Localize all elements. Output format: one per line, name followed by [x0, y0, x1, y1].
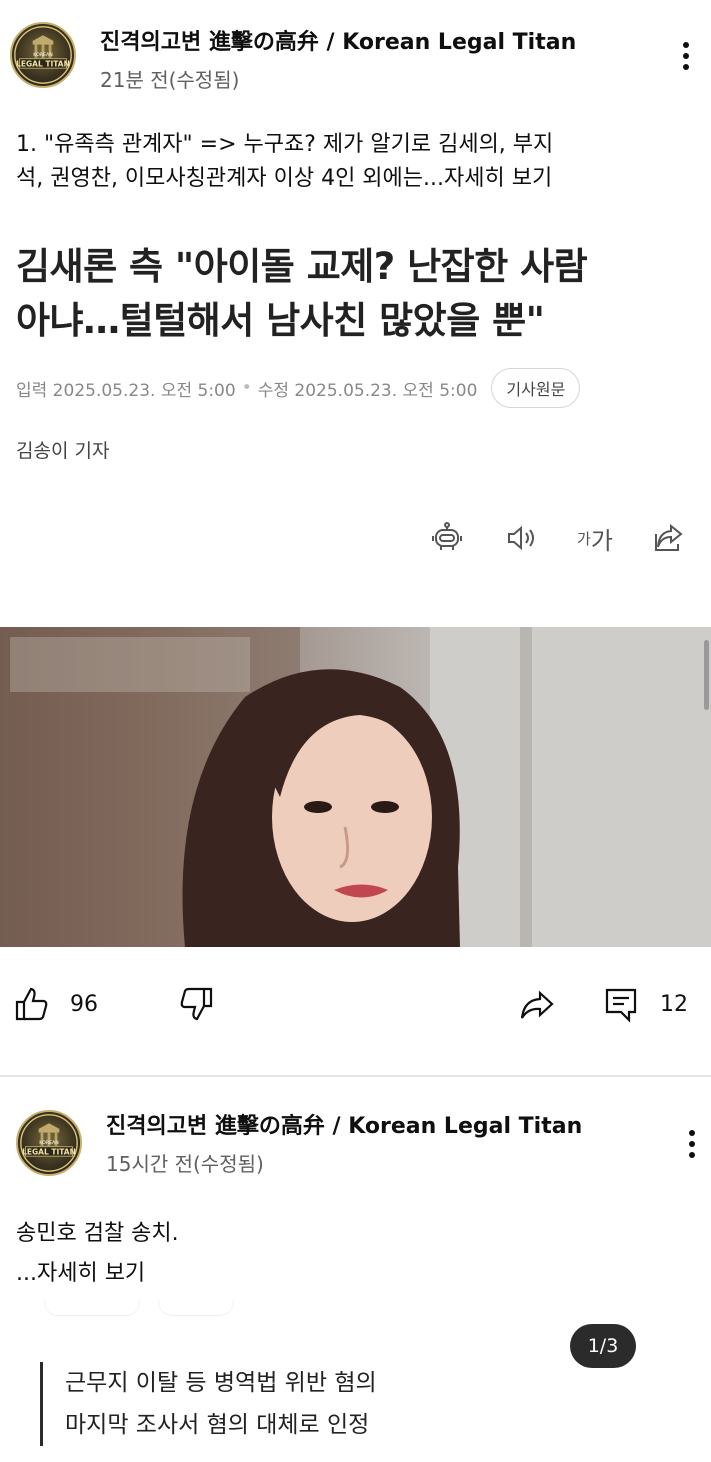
- hidden-chip: [44, 1300, 140, 1316]
- quote-line: 마지막 조사서 혐의 대체로 인정: [65, 1412, 370, 1438]
- post-time: 15시간 전(수정됨): [106, 1152, 264, 1176]
- legal-titan-logo-icon: KOREAN LEGAL TITAN: [20, 1114, 78, 1172]
- headline-line: 아냐…털털해서 남사친 많았을 뿐": [16, 299, 545, 342]
- like-count: 96: [70, 991, 98, 1017]
- comment-icon: [605, 988, 637, 1023]
- article-meta: 입력 2025.05.23. 오전 5:00 • 수정 2025.05.23. …: [16, 368, 696, 408]
- read-more-link[interactable]: ...자세히 보기: [16, 1254, 696, 1294]
- post-header: KOREAN LEGAL TITAN 진격의고변 進擊の高弁 / Korean …: [0, 16, 711, 96]
- read-more-link[interactable]: ...자세히 보기: [423, 166, 552, 191]
- robot-icon[interactable]: [427, 518, 467, 558]
- image-pager: 1/3: [570, 1324, 636, 1368]
- article-headline: 김새론 측 "아이돌 교제? 난잡한 사람 아냐…털털해서 남사친 많았을 뿐": [16, 240, 696, 348]
- channel-name[interactable]: 진격의고변 進擊の高弁 / Korean Legal Titan: [106, 1108, 582, 1140]
- post-text: 1. "유족측 관계자" => 누구죠? 제가 알기로 김세의, 부지 석, 권…: [16, 128, 696, 196]
- more-options-button[interactable]: [682, 1126, 702, 1162]
- post-divider: [0, 1075, 711, 1077]
- post-text-line: 석, 권영찬, 이모사칭관계자 이상 4인 외에는: [16, 166, 424, 191]
- article-card[interactable]: 김새론 측 "아이돌 교제? 난잡한 사람 아냐…털털해서 남사친 많았을 뿐"…: [16, 240, 696, 462]
- channel-avatar[interactable]: KOREAN LEGAL TITAN: [16, 1110, 82, 1176]
- quote-line: 근무지 이탈 등 병역법 위반 혐의: [65, 1370, 377, 1396]
- font-large-label: 가: [590, 526, 613, 555]
- edit-date: 수정 2025.05.23. 오전 5:00: [257, 380, 478, 401]
- share-icon[interactable]: [649, 518, 689, 558]
- headline-line: 김새론 측 "아이돌 교제? 난잡한 사람: [16, 245, 588, 288]
- logo-main-text: LEGAL TITAN: [22, 1147, 76, 1156]
- logo-top-text: KOREAN: [33, 52, 53, 58]
- font-small-label: 가: [577, 529, 591, 548]
- article-tools: 가가: [427, 518, 689, 558]
- logo-main-text: LEGAL TITAN: [16, 59, 70, 68]
- channel-avatar[interactable]: KOREAN LEGAL TITAN: [10, 22, 76, 88]
- scrollbar[interactable]: [704, 640, 709, 710]
- more-options-button[interactable]: [676, 38, 696, 74]
- legal-titan-logo-icon: KOREAN LEGAL TITAN: [14, 26, 72, 84]
- post-time: 21분 전(수정됨): [100, 68, 240, 92]
- input-date: 입력 2025.05.23. 오전 5:00: [16, 380, 236, 401]
- thumb-up-icon: [15, 987, 48, 1021]
- comment-button[interactable]: 12: [602, 976, 688, 1032]
- thumb-down-icon: [180, 987, 213, 1021]
- meta-separator: •: [241, 378, 252, 398]
- font-size-button[interactable]: 가가: [575, 518, 615, 558]
- hidden-chip: [158, 1300, 234, 1316]
- speaker-icon[interactable]: [501, 518, 541, 558]
- original-article-button[interactable]: 기사원문: [491, 368, 581, 408]
- post-actions: 96 12: [0, 976, 711, 1032]
- logo-top-text: KOREAN: [39, 1140, 59, 1146]
- comment-count: 12: [660, 991, 688, 1017]
- post-text-line: 1. "유족측 관계자" => 누구죠? 제가 알기로 김세의, 부지: [16, 132, 554, 157]
- post-text-line: 송민호 검찰 송치.: [16, 1221, 179, 1246]
- post-header: KOREAN LEGAL TITAN 진격의고변 進擊の高弁 / Korean …: [0, 1100, 711, 1180]
- quote-block: 근무지 이탈 등 병역법 위반 혐의 마지막 조사서 혐의 대체로 인정: [40, 1362, 377, 1446]
- like-button[interactable]: 96: [12, 976, 98, 1032]
- reporter-name: 김송이 기자: [16, 440, 110, 462]
- article-photo[interactable]: [0, 627, 711, 947]
- share-button[interactable]: [518, 976, 556, 1032]
- channel-name[interactable]: 진격의고변 進擊の高弁 / Korean Legal Titan: [100, 24, 576, 56]
- share-arrow-icon: [520, 990, 554, 1019]
- dislike-button[interactable]: [178, 976, 216, 1032]
- post-text: 송민호 검찰 송치. ...자세히 보기: [16, 1214, 696, 1294]
- woman-portrait-image: [0, 627, 711, 947]
